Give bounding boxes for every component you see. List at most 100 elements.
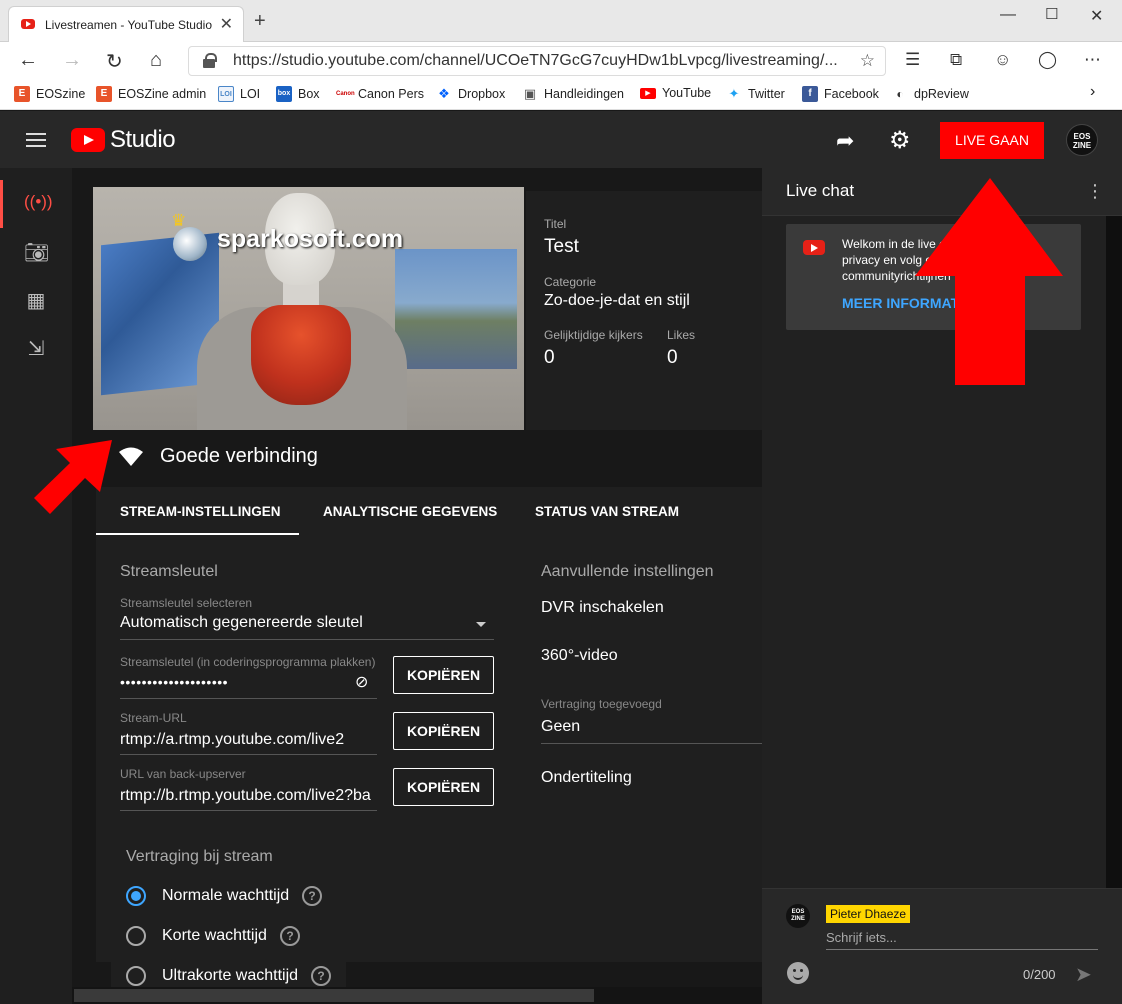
subtitles-option[interactable]: Ondertiteling [541,769,632,787]
backup-url-underline [120,810,377,811]
stream-url-label: Stream-URL [120,711,187,725]
bookmark-canon-pers[interactable]: Canon Canon Pers [336,86,424,102]
bookmark-box[interactable]: box Box [276,86,320,102]
bookmark-twitter[interactable]: ✦ Twitter [726,86,785,102]
refresh-icon[interactable]: ↻ [106,49,123,74]
forward-icon[interactable]: → [62,49,82,72]
visibility-off-icon[interactable]: ⊘ [355,672,368,692]
camera-icon[interactable]: 📷︎ [24,240,49,264]
help-icon[interactable]: ? [280,926,300,946]
eoszine-icon: E [96,86,112,102]
dropdown-arrow-icon[interactable] [476,622,486,627]
delay-added-value[interactable]: Geen [541,718,580,736]
backup-url-field[interactable]: rtmp://b.rtmp.youtube.com/live2?ba [120,787,377,805]
collections-icon[interactable]: ⧉ [950,50,962,70]
category-value: Zo-doe-je-dat en stijl [544,292,690,309]
eoszine-icon: E [14,86,30,102]
scarf [251,305,351,405]
bookmark-youtube[interactable]: ▶ YouTube [640,86,711,100]
favorites-list-icon[interactable]: ☰ [905,50,920,70]
live-stream-icon[interactable]: ((•)) [24,192,53,216]
send-icon[interactable]: ➤ [1075,962,1092,987]
help-icon[interactable]: ? [311,966,331,986]
browser-tab[interactable]: Livestreamen - YouTube Studio ✕ [8,6,244,42]
likes-label: Likes [667,328,696,342]
likes-value: 0 [667,347,678,368]
radio-normal-latency[interactable] [126,886,146,906]
loi-icon: LOI [218,86,234,102]
dvr-option[interactable]: DVR inschakelen [541,599,664,617]
key-select-label: Streamsleutel selecteren [120,596,253,610]
maximize-icon[interactable]: ☐ [1045,5,1058,23]
active-tab-indicator [96,533,299,535]
normal-latency-label[interactable]: Normale wachttijd [162,887,289,905]
red-arrow-diagonal-annotation [34,440,112,514]
bookmark-loi[interactable]: LOI LOI [218,86,260,102]
stream-url-field[interactable]: rtmp://a.rtmp.youtube.com/live2 [120,731,377,749]
tab-close-icon[interactable]: ✕ [220,14,233,34]
bookmark-eoszine-admin[interactable]: E EOSZine admin [96,86,206,102]
back-icon[interactable]: ← [18,49,38,72]
youtube-favicon-icon [21,19,35,29]
copy-stream-url-button[interactable]: KOPIËREN [393,712,494,750]
address-bar[interactable]: https://studio.youtube.com/channel/UCOeT… [188,46,886,76]
manual-icon: ▣ [523,86,537,101]
home-icon[interactable]: ⌂ [150,49,162,72]
youtube-logo-icon[interactable] [71,128,105,152]
chat-more-icon[interactable]: ⋮ [1086,181,1104,202]
url-text: https://studio.youtube.com/channel/UCOeT… [233,52,838,69]
delay-added-label: Vertraging toegevoegd [541,697,662,711]
key-select-underline [120,639,494,640]
ultra-low-latency-label[interactable]: Ultrakorte wachttijd [162,967,298,985]
profile-icon[interactable]: ◯ [1038,50,1057,70]
minimize-icon[interactable]: — [1000,6,1016,24]
favorite-star-icon[interactable]: ☆ [860,51,875,71]
studio-logo-text[interactable]: Studio [110,126,176,154]
radio-ultra-low-latency[interactable] [126,966,146,986]
connection-status: Goede verbinding [160,445,318,467]
category-label: Categorie [544,275,597,289]
stream-key-label: Streamsleutel (in coderingsprogramma pla… [120,655,376,669]
help-icon[interactable]: ? [302,886,322,906]
chat-scrollbar[interactable] [1106,216,1122,888]
sparkosoft-logo-icon [173,227,207,261]
new-tab-icon[interactable]: + [254,10,266,33]
low-latency-label[interactable]: Korte wachttijd [162,927,267,945]
copy-backup-url-button[interactable]: KOPIËREN [393,768,494,806]
channel-avatar[interactable]: EOS ZINE [1066,124,1098,156]
close-window-icon[interactable]: ✕ [1090,6,1103,26]
bookmarks-bar: E EOSzine E EOSZine admin LOI LOI box Box Ca… [0,80,1122,110]
calendar-icon[interactable]: ▦ [24,288,48,312]
red-arrow-up-annotation [915,178,1063,385]
copy-stream-key-button[interactable]: KOPIËREN [393,656,494,694]
share-icon[interactable]: ➦ [836,128,854,154]
more-menu-icon[interactable]: ⋯ [1084,50,1101,70]
bookmark-dpreview[interactable]: ◐ dpReview [892,86,969,102]
facebook-icon: f [802,86,818,102]
stream-preview: ♛ sparkosoft.com [93,187,524,430]
gear-icon[interactable]: ⚙ [889,126,911,155]
feedback-icon[interactable]: ☺ [994,50,1011,70]
radio-low-latency[interactable] [126,926,146,946]
lock-icon [203,53,217,68]
bookmark-eoszine[interactable]: E EOSzine [14,86,85,102]
bookmark-dropbox[interactable]: ❖ Dropbox [436,86,505,102]
tab-analytics[interactable]: ANALYTISCHE GEGEVENS [323,504,497,519]
emoji-icon[interactable] [787,962,809,984]
bookmark-facebook[interactable]: f Facebook [802,86,879,102]
tab-stream-settings[interactable]: STREAM-INSTELLINGEN [120,504,281,519]
go-live-button[interactable]: LIVE GAAN [940,122,1044,159]
bookmark-handleidingen[interactable]: ▣ Handleidingen [522,86,624,102]
horizontal-scrollbar-thumb[interactable] [74,989,594,1002]
title-label: Titel [544,217,567,231]
hamburger-menu-icon[interactable] [26,133,46,147]
video360-option[interactable]: 360°-video [541,647,618,665]
stream-key-field[interactable]: •••••••••••••••••••• [120,674,350,690]
youtube-icon [803,240,825,255]
bookmarks-overflow-icon[interactable]: › [1090,83,1095,101]
exit-icon[interactable]: ⇲ [24,336,48,360]
chat-input-underline [826,949,1098,950]
chat-message-input[interactable]: Schrijf iets... [826,930,1098,945]
tab-stream-status[interactable]: STATUS VAN STREAM [535,504,679,519]
key-select-value[interactable]: Automatisch gegenereerde sleutel [120,614,470,632]
